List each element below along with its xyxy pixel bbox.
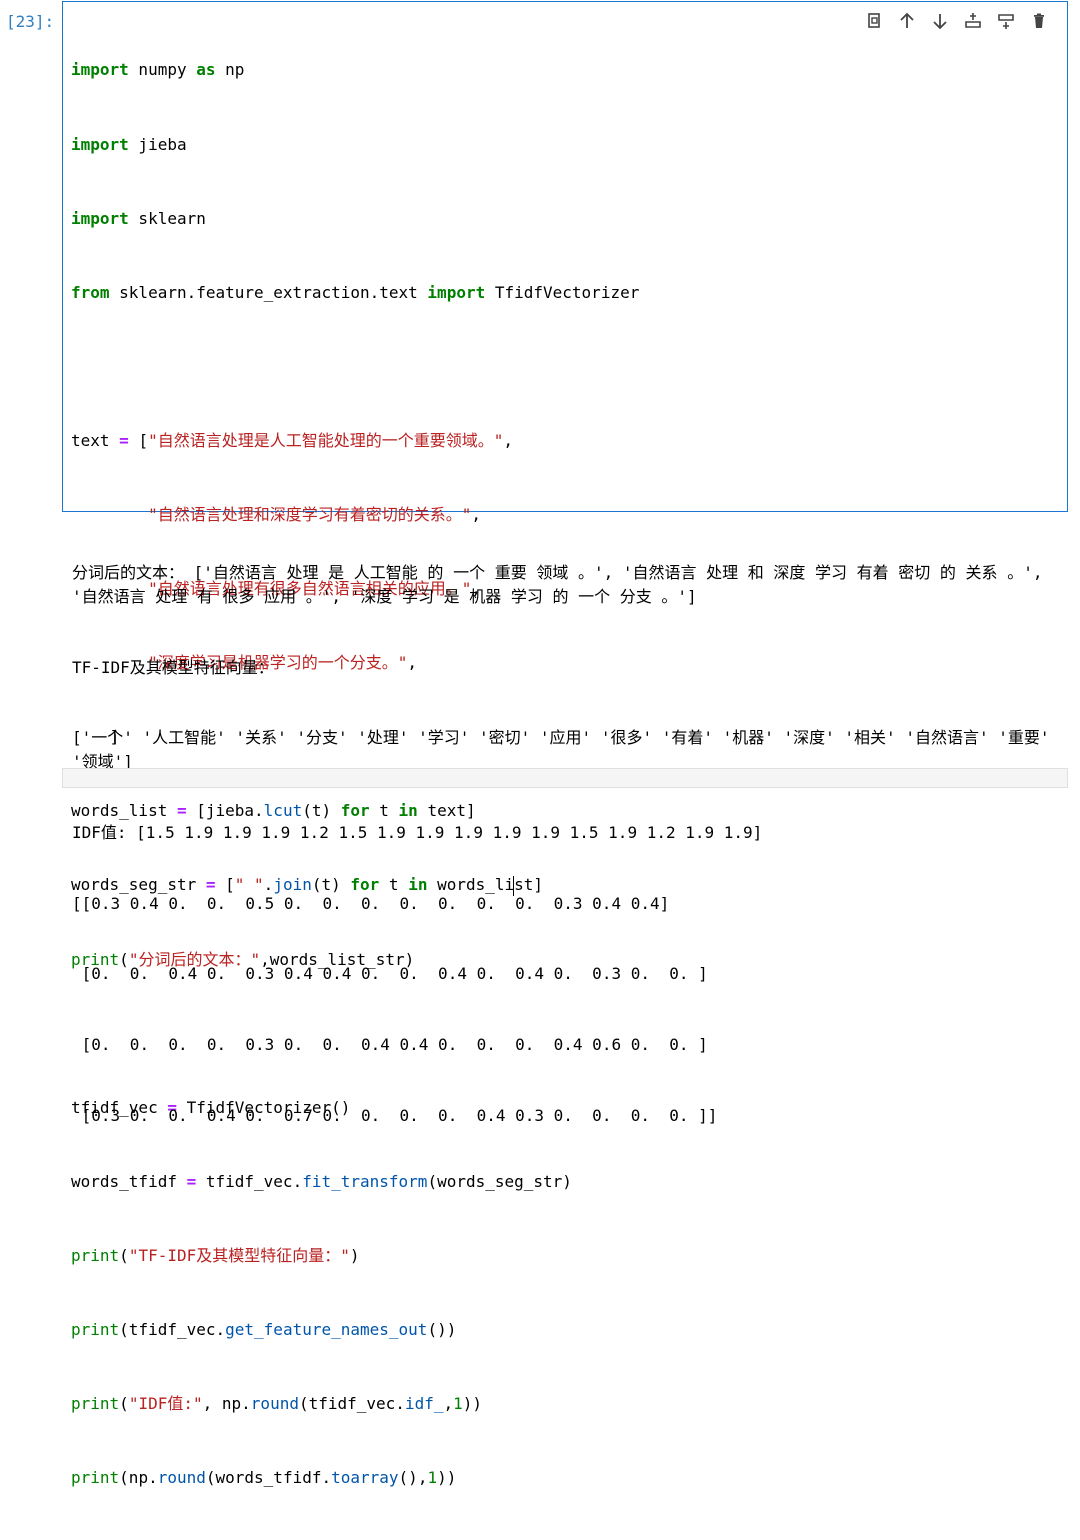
move-down-icon[interactable] (928, 9, 952, 33)
next-code-cell[interactable] (62, 768, 1068, 788)
output-line: [[0.3 0.4 0. 0. 0.5 0. 0. 0. 0. 0. 0. 0.… (72, 893, 670, 913)
insert-above-icon[interactable] (961, 9, 985, 33)
code-line: words_tfidf = tfidf_vec.fit_transform(wo… (71, 1171, 572, 1191)
delete-icon[interactable] (1027, 9, 1051, 33)
cell-output: 分词后的文本： ['自然语言 处理 是 人工智能 的 一个 重要 领域 。', … (72, 514, 1072, 1151)
code-line: print(tfidf_vec.get_feature_names_out()) (71, 1320, 457, 1339)
code-line: print("IDF值:", np.round(tfidf_vec.idf_,1… (71, 1394, 483, 1414)
code-line: print("TF-IDF及其模型特征向量：") (71, 1245, 360, 1265)
code-line: import numpy as np (71, 60, 245, 80)
insert-below-icon[interactable] (994, 9, 1018, 33)
output-line: IDF值: [1.5 1.9 1.9 1.9 1.2 1.5 1.9 1.9 1… (72, 822, 763, 842)
code-cell[interactable]: import numpy as np import jieba import s… (62, 1, 1068, 1487)
code-line: from sklearn.feature_extraction.text imp… (71, 282, 640, 302)
output-line: [0. 0. 0. 0. 0.3 0. 0. 0.4 0.4 0. 0. 0. … (72, 1035, 708, 1055)
output-line: [0. 0. 0.4 0. 0.3 0.4 0.4 0. 0. 0.4 0. 0… (72, 964, 708, 984)
output-line: [0.3 0. 0. 0.4 0. 0.7 0. 0. 0. 0. 0.4 0.… (72, 1105, 718, 1125)
code-editor[interactable]: import numpy as np import jieba import s… (71, 9, 1059, 1487)
output-line: TF-IDF及其模型特征向量： (72, 657, 274, 677)
move-up-icon[interactable] (895, 9, 919, 33)
output-line: 分词后的文本： ['自然语言 处理 是 人工智能 的 一个 重要 领域 。', … (72, 563, 1053, 606)
code-line: import sklearn (71, 208, 206, 228)
copy-icon[interactable] (862, 9, 886, 33)
notebook-cell-prompt: [23]: (6, 12, 55, 31)
output-line: ['一个' '人工智能' '关系' '分支' '处理' '学习' '密切' '应… (72, 728, 1060, 771)
cell-toolbar (862, 9, 1051, 33)
code-line: text = ["自然语言处理是人工智能处理的一个重要领域。", (71, 430, 513, 450)
code-line: import jieba (71, 134, 187, 154)
code-line: print(np.round(words_tfidf.toarray(),1)) (71, 1468, 457, 1488)
